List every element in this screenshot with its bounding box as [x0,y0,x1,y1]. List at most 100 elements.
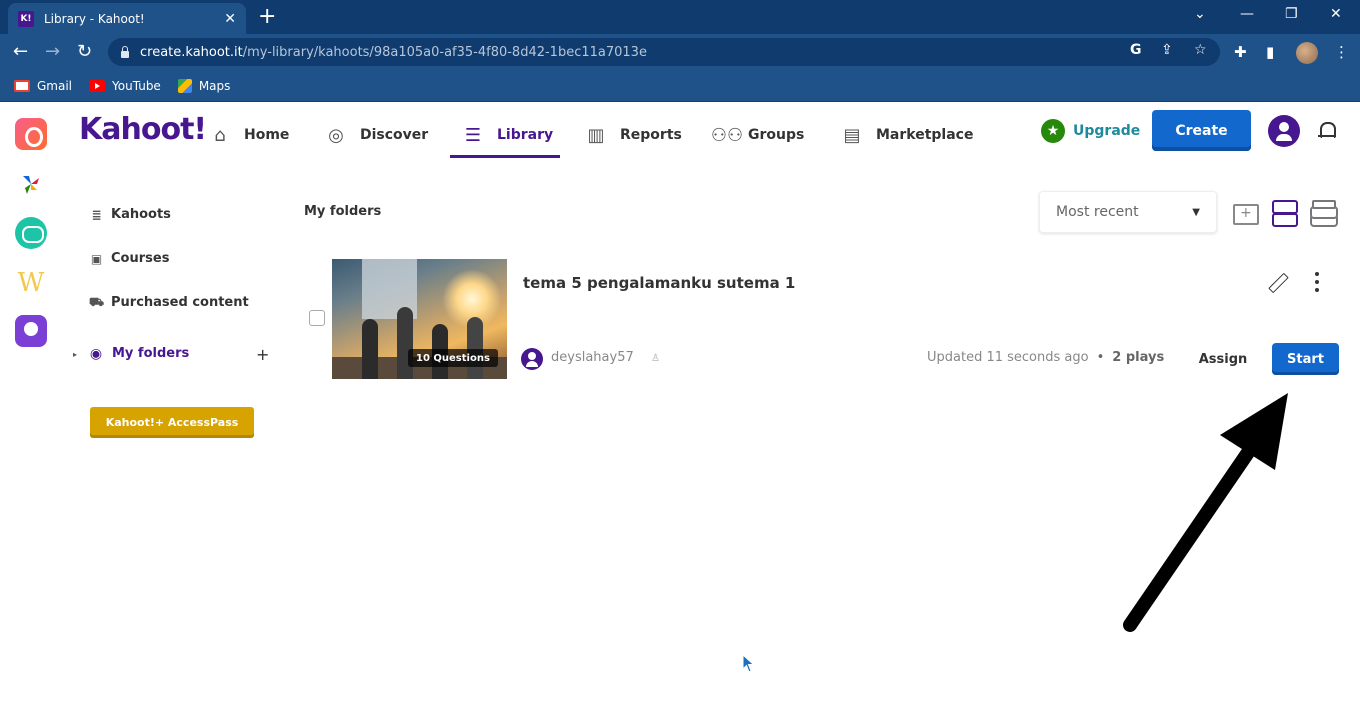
sidebar-item-label: Courses [111,251,170,266]
star-icon: ★ [1041,119,1065,143]
new-folder-icon[interactable] [1231,198,1259,226]
sidebar-item-kahoots[interactable]: ≣ Kahoots [90,207,171,222]
nav-reports[interactable]: ▥ Reports [586,113,682,157]
nav-label: Discover [360,127,429,143]
address-bar[interactable]: create.kahoot.it/my-library/kahoots/98a1… [108,38,1220,66]
extensions-icon[interactable]: ✚ [1234,43,1247,61]
questions-count-badge: 10 Questions [408,349,498,367]
assign-button[interactable]: Assign [1188,343,1258,375]
compass-icon: ◎ [328,124,344,146]
bookmark-star-icon[interactable]: ☆ [1194,42,1207,58]
browser-profile-avatar[interactable] [1296,42,1318,64]
home-icon: ⌂ [214,124,226,146]
kahoot-favicon-icon: K! [18,10,34,27]
nav-label: Marketplace [876,127,974,143]
list-view-icon[interactable] [1310,198,1338,226]
user-avatar[interactable] [1268,115,1300,147]
groups-icon: ⚇⚇ [710,124,744,146]
start-button[interactable]: Start [1272,343,1339,375]
upgrade-label: Upgrade [1073,123,1141,139]
browser-toolbar: ← → ↻ create.kahoot.it/my-library/kahoot… [0,34,1360,70]
stack-icon: ≣ [91,207,102,222]
google-icon[interactable]: G [1130,42,1142,58]
nav-active-underline [450,155,560,158]
thumbnail-person [362,319,378,379]
chat-app-icon[interactable] [15,217,47,249]
notification-bell-icon[interactable] [1316,120,1338,142]
bookmarks-bar: Gmail YouTube Maps [0,70,1360,102]
store-icon: ▤ [843,124,861,146]
courses-icon: ▣ [90,251,103,266]
upgrade-link[interactable]: ★ Upgrade [1041,119,1140,143]
bookmark-label: Maps [198,78,231,93]
thumbnail-person [467,317,483,379]
bar-chart-icon: ▥ [587,124,605,146]
back-icon[interactable]: ← [13,41,28,63]
w-app-icon[interactable]: W [15,267,47,299]
kahoot-title[interactable]: tema 5 pengalamanku sutema 1 [523,274,795,292]
monster-app-icon[interactable] [15,315,47,347]
pencil-edit-icon[interactable] [1266,272,1288,294]
plays-count: 2 plays [1112,350,1165,365]
kahoot-select-checkbox[interactable] [309,310,325,326]
user-circle-icon: ◉ [89,345,103,362]
bookmark-maps[interactable]: Maps [177,78,231,93]
minimize-icon[interactable]: — [1240,6,1254,22]
expand-caret-icon[interactable]: ▸ [73,350,77,359]
nav-label: Reports [620,127,682,143]
gmail-icon [14,79,30,92]
tab-search-icon[interactable]: ⌄ [1194,6,1206,22]
bookmark-gmail[interactable]: Gmail [14,79,72,93]
nav-label: Library [497,127,554,143]
more-options-icon[interactable] [1315,272,1321,294]
sidebar-item-my-folders[interactable]: ◉ My folders [88,345,190,362]
tab-close-icon[interactable]: ✕ [224,11,236,27]
updated-time: Updated 11 seconds ago [927,350,1089,365]
bookmark-label: Gmail [37,78,73,93]
sidebar-item-label: Kahoots [111,207,171,222]
new-tab-icon[interactable]: + [258,4,276,30]
sidebar-item-label: My folders [112,346,190,361]
sort-selected-value: Most recent [1056,204,1139,220]
bookmark-youtube[interactable]: YouTube [89,79,161,93]
kahoot-logo[interactable]: Kahoot! [79,112,207,147]
pinwheel-app-icon[interactable] [15,168,47,200]
share-icon[interactable]: ⇪ [1161,42,1173,58]
cart-icon: ⛟ [88,294,105,309]
browser-menu-icon[interactable]: ⋮ [1334,43,1349,61]
browser-tab[interactable]: K! Library - Kahoot! ✕ [8,3,246,34]
nav-label: Home [244,127,290,143]
restore-icon[interactable]: ❐ [1285,6,1298,22]
nav-groups[interactable]: ⚇⚇ Groups [710,113,805,157]
owner-person-icon: ♙ [651,353,660,364]
kahoot-app-icon[interactable] [15,118,47,150]
caret-down-icon: ▼ [1192,206,1200,218]
list-icon: ☰ [464,124,482,146]
browser-tab-strip: K! Library - Kahoot! ✕ + ⌄ — ❐ ✕ [0,0,1360,34]
window-close-icon[interactable]: ✕ [1330,6,1342,22]
sidebar-item-purchased[interactable]: ⛟ Purchased content [88,294,249,311]
accesspass-button[interactable]: Kahoot!+ AccessPass [90,407,254,438]
add-folder-plus-icon[interactable]: + [256,345,269,364]
create-button[interactable]: Create [1152,110,1251,151]
card-view-icon[interactable] [1270,198,1298,227]
reload-icon[interactable]: ↻ [77,41,92,63]
forward-icon[interactable]: → [45,41,60,63]
nav-discover[interactable]: ◎ Discover [326,113,428,157]
maps-icon [177,78,192,93]
lock-icon[interactable] [120,46,130,58]
side-panel-icon[interactable]: ▮ [1266,43,1274,61]
youtube-icon [89,79,106,92]
sort-select[interactable]: Most recent ▼ [1039,191,1217,233]
section-title: My folders [304,204,382,219]
sidebar-item-courses[interactable]: ▣ Courses [90,251,170,266]
nav-marketplace[interactable]: ▤ Marketplace [842,113,973,157]
owner-name[interactable]: deyslahay57 [551,350,634,365]
annotation-arrow-icon [1123,393,1288,632]
nav-home[interactable]: ⌂ Home [210,113,289,157]
nav-label: Groups [748,127,805,143]
bookmark-label: YouTube [112,78,161,93]
sidebar-item-label: Purchased content [111,295,249,310]
nav-library[interactable]: ☰ Library [463,113,553,157]
meta-separator: • [1096,350,1105,365]
